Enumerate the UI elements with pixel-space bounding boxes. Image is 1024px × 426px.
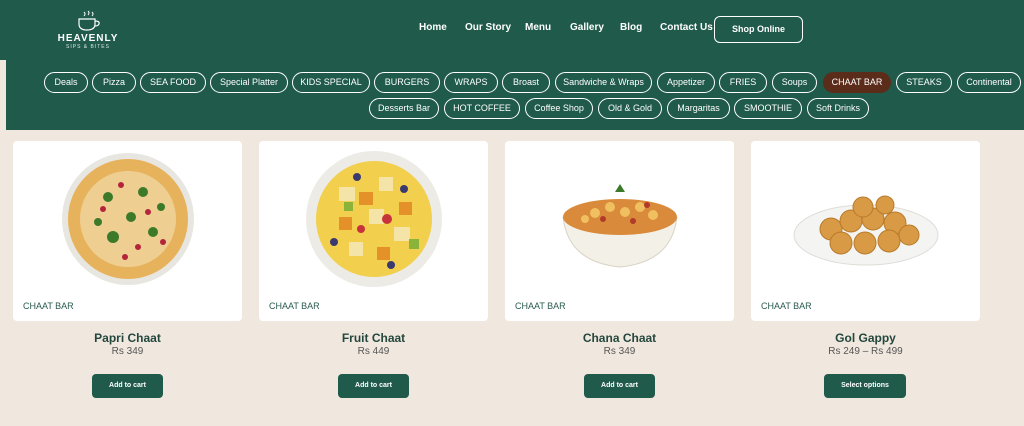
category-pill-margaritas[interactable]: Margaritas [667, 98, 730, 119]
nav-gallery[interactable]: Gallery [570, 22, 604, 33]
category-pill-wraps[interactable]: WRAPS [444, 72, 498, 93]
product-name[interactable]: Papri Chaat [13, 331, 242, 345]
coffee-cup-icon [78, 10, 100, 31]
nav-blog[interactable]: Blog [620, 22, 642, 33]
nav-home[interactable]: Home [419, 22, 447, 33]
category-pill-coffee-shop[interactable]: Coffee Shop [525, 98, 593, 119]
product-card-gol-gappy[interactable]: CHAAT BAR [751, 141, 980, 321]
category-pill-smoothie[interactable]: SMOOTHIE [734, 98, 802, 119]
product-card-fruit-chaat[interactable]: CHAAT BAR [259, 141, 488, 321]
category-pill-desserts-bar[interactable]: Desserts Bar [369, 98, 439, 119]
fruit-chaat-image[interactable] [299, 147, 449, 292]
category-pill-sandwiche-wraps[interactable]: Sandwiche & Wraps [555, 72, 652, 93]
category-pill-fries[interactable]: FRIES [719, 72, 767, 93]
product-category: CHAAT BAR [515, 301, 566, 311]
site-header: HEAVENLY SIPS & BITES Home Our Story Men… [0, 0, 1024, 60]
add-to-cart-button[interactable]: Add to cart [92, 374, 163, 398]
category-pill-kids-special[interactable]: KIDS SPECIAL [292, 72, 370, 93]
category-pill-deals[interactable]: Deals [44, 72, 88, 93]
shop-online-button[interactable]: Shop Online [714, 16, 803, 43]
category-pill-special-platter[interactable]: Special Platter [210, 72, 288, 93]
nav-our-story[interactable]: Our Story [465, 22, 511, 33]
product-name[interactable]: Gol Gappy [751, 331, 980, 345]
add-to-cart-button[interactable]: Add to cart [584, 374, 655, 398]
category-pill-chaat-bar[interactable]: CHAAT BAR [823, 72, 891, 93]
add-to-cart-button[interactable]: Add to cart [338, 374, 409, 398]
product-category: CHAAT BAR [23, 301, 74, 311]
select-options-button[interactable]: Select options [824, 374, 906, 398]
brand-tagline: SIPS & BITES [66, 44, 110, 50]
product-price: Rs 349 [111, 346, 144, 357]
chana-chaat-image[interactable] [545, 147, 695, 292]
product-name[interactable]: Fruit Chaat [259, 331, 488, 345]
category-pill-soft-drinks[interactable]: Soft Drinks [807, 98, 869, 119]
brand-name: HEAVENLY [57, 33, 119, 44]
category-pill-sea-food[interactable]: SEA FOOD [140, 72, 206, 93]
category-pill-steaks[interactable]: STEAKS [896, 72, 952, 93]
product-price: Rs 449 [357, 346, 390, 357]
product-category: CHAAT BAR [269, 301, 320, 311]
product-card-chana-chaat[interactable]: CHAAT BAR [505, 141, 734, 321]
brand-logo[interactable]: HEAVENLY SIPS & BITES [52, 10, 124, 54]
product-price: Rs 349 [603, 346, 636, 357]
category-pill-broast[interactable]: Broast [502, 72, 550, 93]
product-card-papri-chaat[interactable]: CHAAT BAR [13, 141, 242, 321]
product-price: Rs 249 – Rs 499 [828, 346, 903, 357]
papri-chaat-image[interactable] [53, 147, 203, 292]
gol-gappy-image[interactable] [791, 147, 941, 292]
category-pill-continental[interactable]: Continental [957, 72, 1021, 93]
category-pill-old-gold[interactable]: Old & Gold [598, 98, 662, 119]
category-pill-hot-coffee[interactable]: HOT COFFEE [444, 98, 520, 119]
category-pill-appetizer[interactable]: Appetizer [657, 72, 715, 93]
category-pill-pizza[interactable]: Pizza [92, 72, 136, 93]
category-bar: Deals Pizza SEA FOOD Special Platter KID… [6, 60, 1024, 130]
nav-contact-us[interactable]: Contact Us [660, 22, 713, 33]
nav-menu[interactable]: Menu [525, 22, 551, 33]
product-category: CHAAT BAR [761, 301, 812, 311]
category-pill-soups[interactable]: Soups [772, 72, 817, 93]
product-name[interactable]: Chana Chaat [505, 331, 734, 345]
category-pill-burgers[interactable]: BURGERS [374, 72, 440, 93]
